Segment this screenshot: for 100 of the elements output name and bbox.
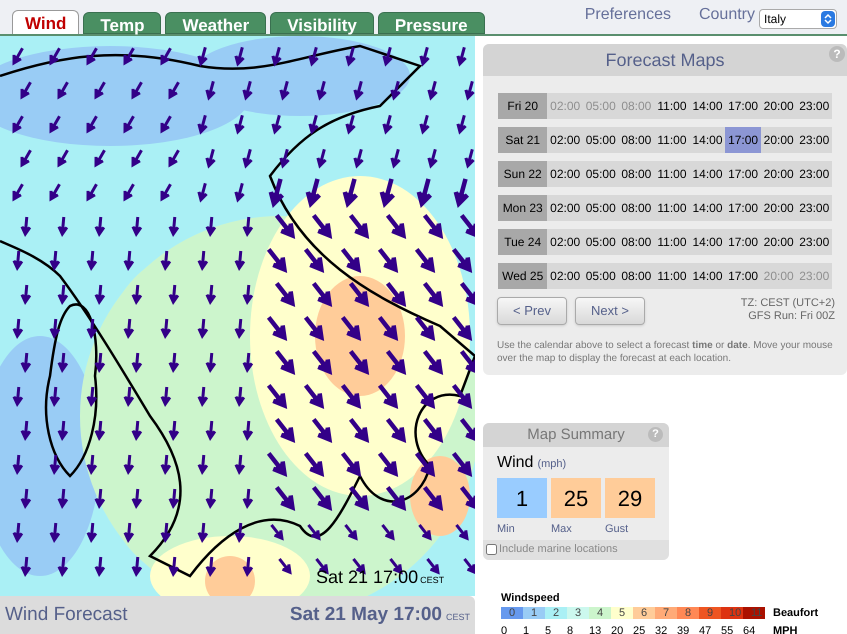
time-slot[interactable]: 05:00 [582,229,619,255]
map-timezone: CEST [420,574,444,587]
speed-label: 64 [743,624,756,634]
speed-label: 32 [655,624,668,634]
day-cell[interactable]: Mon 23 [498,195,548,221]
model-run-info: GFS Run: Fri 00Z [748,310,835,323]
day-cell[interactable]: Tue 24 [498,229,548,255]
map-tab[interactable]: Pressure [378,12,485,34]
day-cell[interactable]: Wed 25 [498,263,548,289]
panel-title: Forecast Maps [605,48,725,72]
time-slot[interactable]: 14:00 [690,263,726,289]
panel-title: Map Summary [527,424,625,445]
time-slot[interactable]: 11:00 [654,229,690,255]
time-slot[interactable]: 17:00 [725,161,761,187]
time-slot[interactable]: 20:00 [760,93,796,119]
time-slot[interactable]: 14:00 [690,229,726,255]
time-slot[interactable]: 23:00 [796,195,832,221]
time-slot[interactable]: 23:00 [796,161,832,187]
time-slot[interactable]: 08:00 [618,263,654,289]
time-slot[interactable]: 02:00 [547,229,583,255]
country-select[interactable]: Italy [759,9,837,29]
map-tab[interactable]: Weather [165,12,266,34]
beaufort-band: 10 [721,606,743,619]
time-slot[interactable]: 23:00 [796,229,832,255]
wind-map-drawing[interactable] [0,36,475,596]
beaufort-band: 6 [633,606,655,619]
beaufort-band: 3 [567,606,589,619]
time-slot[interactable]: 05:00 [582,127,619,153]
beaufort-band: 11 [743,606,765,619]
speed-label: 39 [677,624,690,634]
stat-label: Min [497,522,516,537]
time-slot[interactable]: 23:00 [796,127,832,153]
time-slot[interactable]: 08:00 [618,127,654,153]
time-slot: 23:00 [796,263,832,289]
speed-label: 20 [611,624,624,634]
day-cell[interactable]: Sat 21 [498,127,548,153]
time-slot[interactable]: 20:00 [760,161,796,187]
day-cell[interactable]: Sun 22 [498,161,548,187]
time-slot[interactable]: 11:00 [654,195,690,221]
time-slot[interactable]: 14:00 [690,195,726,221]
time-slot[interactable]: 08:00 [618,229,654,255]
timezone-info: TZ: CEST (UTC+2) [740,297,835,310]
map-timestamp: Sat 21 17:00 [316,566,418,589]
time-slot[interactable]: 11:00 [654,127,690,153]
stat-value: 29 [605,478,655,518]
time-slot[interactable]: 17:00 [725,127,761,153]
beaufort-label: Beaufort [773,606,818,620]
speed-label: 1 [523,624,530,634]
time-slot[interactable]: 14:00 [690,93,726,119]
beaufort-band: 2 [545,606,567,619]
time-slot[interactable]: 20:00 [760,229,796,255]
time-slot[interactable]: 11:00 [654,93,690,119]
time-slot[interactable]: 02:00 [547,263,583,289]
time-slot[interactable]: 02:00 [547,127,583,153]
speed-label: 55 [721,624,734,634]
speed-label: 25 [633,624,646,634]
beaufort-band: 9 [699,606,721,619]
beaufort-band: 1 [523,606,545,619]
time-slot[interactable]: 17:00 [725,263,761,289]
time-slot: 05:00 [582,93,619,119]
map-tab[interactable]: Wind [12,10,80,34]
time-slot[interactable]: 11:00 [654,161,690,187]
time-slot[interactable]: 08:00 [618,161,654,187]
time-slot[interactable]: 05:00 [582,195,619,221]
time-slot[interactable]: 14:00 [690,161,726,187]
help-text: Use the calendar above to select a forecast time or date. Move your mouse over the map to display the forecast at each location. [496,339,834,366]
marine-checkbox[interactable] [486,544,497,555]
time-slot[interactable]: 08:00 [618,195,654,221]
next-button[interactable]: Next > [575,297,645,325]
beaufort-band: 8 [677,606,699,619]
time-slot[interactable]: 02:00 [547,195,583,221]
time-slot: 02:00 [547,93,583,119]
time-slot[interactable]: 20:00 [760,127,796,153]
day-cell[interactable]: Fri 20 [498,93,548,119]
footer-title: Wind Forecast [5,602,128,627]
time-slot[interactable]: 17:00 [725,93,761,119]
time-slot[interactable]: 11:00 [654,263,690,289]
stat-label: Gust [605,522,630,537]
map-tab[interactable]: Temp [83,12,162,34]
speed-label: 0 [501,624,508,634]
beaufort-band: 5 [611,606,633,619]
map-tab[interactable]: Visibility [270,12,374,34]
time-slot[interactable]: 14:00 [690,127,726,153]
footer-timezone: CEST [446,610,470,624]
mph-label: MPH [773,624,798,634]
time-slot[interactable]: 17:00 [725,195,761,221]
prev-button[interactable]: < Prev [497,297,567,325]
beaufort-band: 7 [655,606,677,619]
stat-value: 1 [497,478,547,518]
preferences-link[interactable]: Preferences [584,3,671,27]
time-slot[interactable]: 05:00 [582,161,619,187]
country-label: Country [698,5,755,25]
time-slot: 20:00 [760,263,796,289]
time-slot[interactable]: 20:00 [760,195,796,221]
time-slot[interactable]: 23:00 [796,93,832,119]
time-slot[interactable]: 05:00 [582,263,619,289]
legend-title: Windspeed [501,592,561,604]
time-slot[interactable]: 17:00 [725,229,761,255]
time-slot[interactable]: 02:00 [547,161,583,187]
stat-label: Max [551,522,573,537]
